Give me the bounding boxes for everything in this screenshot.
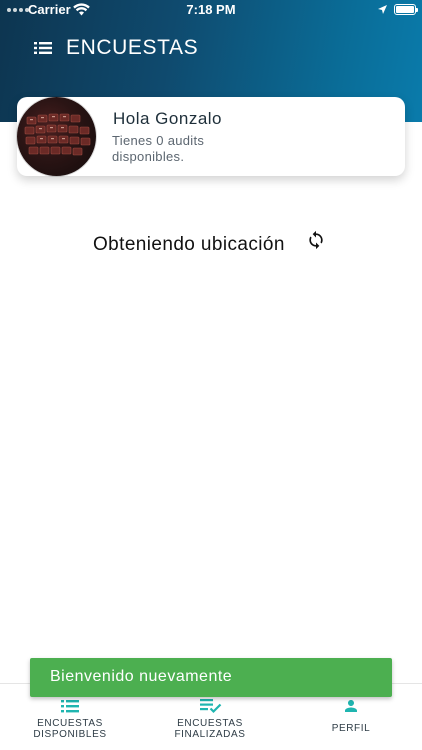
avatar-image: [24, 113, 91, 156]
location-arrow-icon: [378, 5, 387, 14]
status-time: 7:18 PM: [186, 2, 236, 17]
status-bar: Carrier 7:18 PM: [0, 0, 422, 20]
page-title: ENCUESTAS: [66, 36, 199, 59]
location-status-text: Obteniendo ubicación: [93, 234, 285, 255]
refresh-icon[interactable]: [306, 230, 326, 250]
menu-list-icon[interactable]: [34, 41, 52, 55]
app-screen: Carrier 7:18 PM ENCUESTAS Hola Gonzalo T…: [0, 0, 422, 750]
avatar[interactable]: [17, 97, 96, 176]
greeting-text: Hola Gonzalo: [113, 109, 223, 128]
checklist-icon: [200, 699, 222, 714]
tab-label-line1: ENCUESTAS: [37, 718, 103, 729]
tab-label-line1: PERFIL: [331, 723, 371, 734]
tab-label-line2: DISPONIBLES: [33, 729, 107, 740]
toast-message: Bienvenido nuevamente: [50, 668, 233, 685]
person-icon: [345, 700, 357, 712]
tab-label-line1: ENCUESTAS: [177, 718, 243, 729]
battery-icon: [394, 4, 418, 15]
tab-label-line2: FINALIZADAS: [174, 729, 246, 740]
list-icon: [61, 700, 79, 713]
audits-count-text: Tienes 0 audits disponibles.: [112, 133, 205, 164]
welcome-toast: Bienvenido nuevamente: [30, 658, 392, 697]
